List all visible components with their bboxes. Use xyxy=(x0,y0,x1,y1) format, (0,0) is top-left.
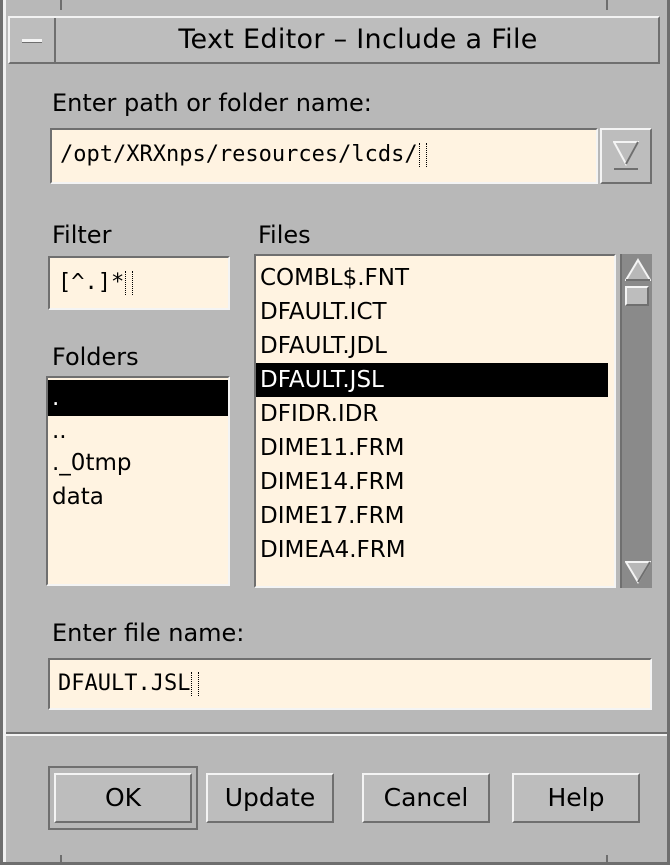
file-item[interactable]: DIMEA4.FRM xyxy=(256,533,614,567)
filename-value-text: DFAULT.JSL xyxy=(58,671,191,696)
path-label: Enter path or folder name: xyxy=(52,89,372,117)
window-title: Text Editor – Include a File xyxy=(178,24,538,55)
filter-field[interactable]: [^.]* xyxy=(48,256,230,310)
text-cursor xyxy=(191,672,200,696)
dialog-window: Text Editor – Include a File Enter path … xyxy=(0,0,670,865)
resize-handle-top-left[interactable] xyxy=(60,0,62,10)
files-list[interactable]: COMBL$.FNT DFAULT.ICT DFAULT.JDL DFAULT.… xyxy=(254,254,616,588)
file-item[interactable]: DFIDR.IDR xyxy=(256,397,614,431)
scroll-thumb[interactable] xyxy=(625,286,649,306)
ok-button[interactable]: OK xyxy=(54,773,192,823)
file-item[interactable]: DFAULT.JDL xyxy=(256,329,614,363)
scroll-up-arrow-icon[interactable] xyxy=(625,258,651,282)
filter-value-text: [^.]* xyxy=(58,270,125,295)
scroll-down-arrow-icon[interactable] xyxy=(625,560,651,584)
resize-handle-top-right[interactable] xyxy=(606,0,608,10)
folders-list[interactable]: . .. ._0tmp data xyxy=(46,376,230,586)
resize-handle-bottom-left[interactable] xyxy=(60,855,62,865)
path-field[interactable]: /opt/XRXnps/resources/lcds/ xyxy=(50,128,598,184)
separator-highlight xyxy=(6,734,667,736)
folder-item[interactable]: data xyxy=(48,480,228,514)
path-history-button[interactable] xyxy=(600,128,652,184)
file-item[interactable]: DIME11.FRM xyxy=(256,431,614,465)
window-menu-button[interactable] xyxy=(10,18,56,62)
filename-value: DFAULT.JSL xyxy=(58,671,200,696)
folder-item[interactable]: .. xyxy=(48,416,228,446)
files-label: Files xyxy=(258,221,311,249)
filter-label: Filter xyxy=(52,221,112,249)
folders-label: Folders xyxy=(52,343,139,371)
filename-label: Enter file name: xyxy=(52,619,245,647)
file-item[interactable]: DIME17.FRM xyxy=(256,499,614,533)
cancel-button[interactable]: Cancel xyxy=(362,773,490,823)
file-item[interactable]: DFAULT.JSL xyxy=(256,363,608,397)
filename-field[interactable]: DFAULT.JSL xyxy=(48,658,652,710)
path-value-text: /opt/XRXnps/resources/lcds/ xyxy=(60,142,418,167)
file-item[interactable]: DIME14.FRM xyxy=(256,465,614,499)
help-button[interactable]: Help xyxy=(512,773,640,823)
files-scrollbar[interactable] xyxy=(620,254,652,588)
dropdown-arrow-icon xyxy=(613,141,639,170)
window-menu-icon xyxy=(22,39,42,43)
file-item[interactable]: DFAULT.ICT xyxy=(256,295,614,329)
text-cursor xyxy=(125,271,134,295)
resize-handle-bottom-right[interactable] xyxy=(606,855,608,865)
filter-value: [^.]* xyxy=(58,270,134,295)
path-value: /opt/XRXnps/resources/lcds/ xyxy=(60,142,427,167)
text-cursor xyxy=(418,143,427,167)
folder-item[interactable]: . xyxy=(48,380,228,416)
file-item[interactable]: COMBL$.FNT xyxy=(256,261,614,295)
update-button[interactable]: Update xyxy=(206,773,334,823)
folder-item[interactable]: ._0tmp xyxy=(48,446,228,480)
